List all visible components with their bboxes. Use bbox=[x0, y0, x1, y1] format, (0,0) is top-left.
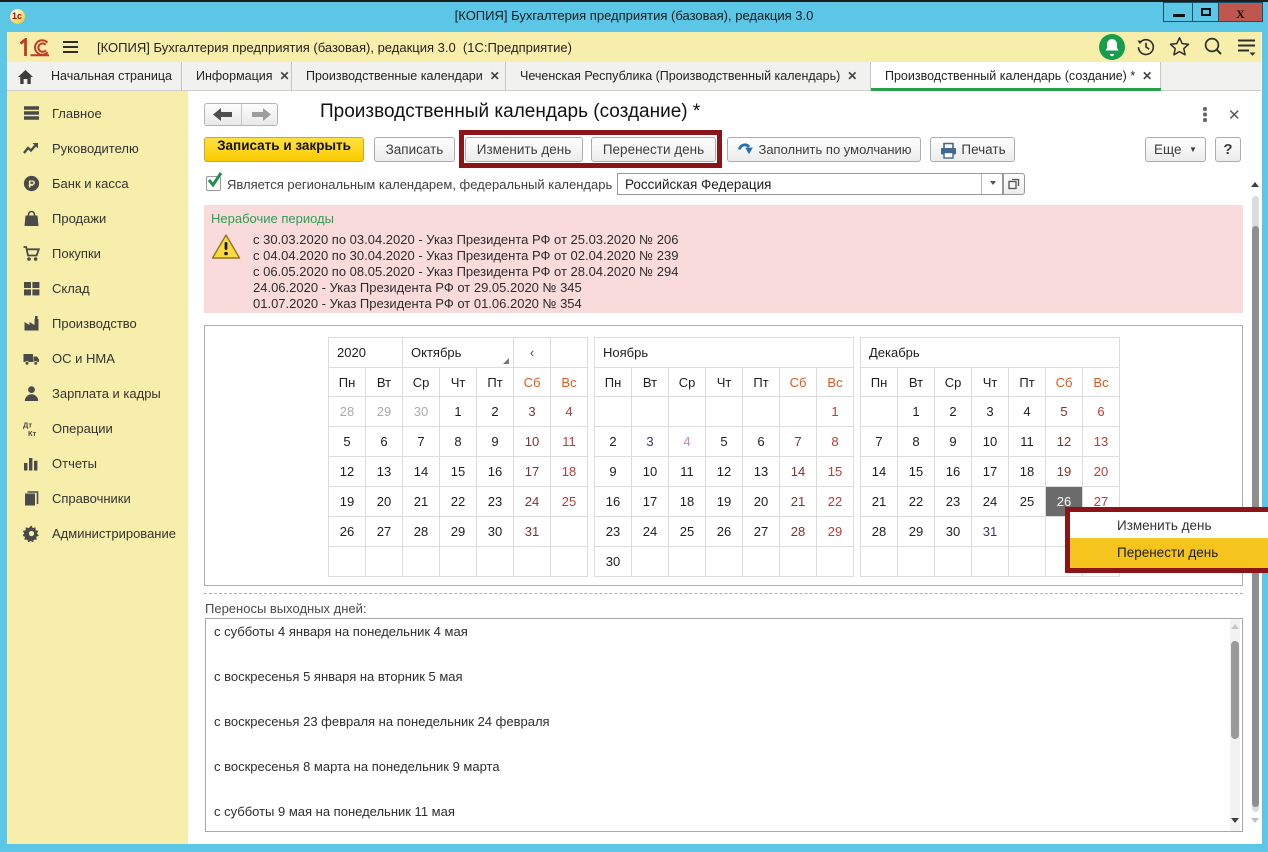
svg-text:Кт: Кт bbox=[28, 429, 37, 437]
svg-text:Р: Р bbox=[28, 178, 35, 190]
